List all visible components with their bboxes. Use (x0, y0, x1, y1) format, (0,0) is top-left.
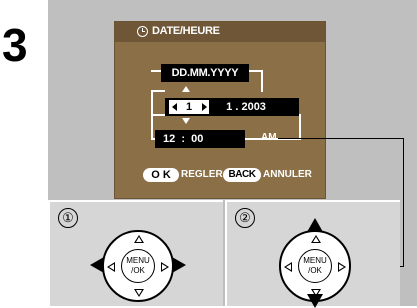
press-left-arrow-icon (90, 257, 104, 273)
right-arrow-icon[interactable] (161, 262, 169, 272)
down-arrow-icon[interactable] (134, 289, 144, 297)
lcd-screen: DATE/HEURE DD.MM.YYYY 1 1 . 2003 12 : 00… (114, 21, 326, 199)
step-panel-2: ② MENU /OK (225, 200, 400, 308)
callout-line (403, 138, 404, 266)
menu-ok-button[interactable]: MENU /OK (298, 249, 332, 283)
time-field[interactable]: 12 : 00 (155, 130, 245, 148)
panel-number: ① (58, 208, 78, 228)
back-key-icon[interactable]: BACK (223, 168, 261, 182)
step-panel-1: ① MENU /OK (48, 200, 223, 306)
ampm-indicator: AM (261, 132, 277, 143)
decrease-arrow-icon (182, 118, 190, 124)
up-arrow-icon[interactable] (134, 235, 144, 243)
step-number: 3 (2, 19, 28, 71)
increase-arrow-icon (182, 86, 190, 92)
date-value: 1 . 2003 (217, 101, 266, 113)
softkey-bar: O K REGLER BACK ANNULER (115, 165, 325, 185)
press-right-arrow-icon (172, 257, 186, 273)
left-cursor-icon (172, 103, 177, 111)
date-selected-value: 1 (185, 101, 193, 113)
date-selected-segment[interactable]: 1 (169, 100, 209, 114)
menu-ok-label: MENU /OK (303, 256, 327, 275)
left-arrow-icon[interactable] (284, 262, 292, 272)
left-arrow-icon[interactable] (107, 262, 115, 272)
four-way-dial[interactable]: MENU /OK (279, 230, 351, 302)
date-format-field[interactable]: DD.MM.YYYY (161, 64, 249, 82)
menu-ok-label: MENU /OK (126, 256, 150, 275)
right-cursor-icon (202, 103, 207, 111)
ok-key-label: REGLER (181, 169, 223, 180)
date-field[interactable]: 1 1 . 2003 (165, 98, 299, 116)
press-up-arrow-icon (307, 218, 323, 232)
four-way-dial[interactable]: MENU /OK (102, 230, 174, 302)
panel-number: ② (235, 208, 255, 228)
menu-ok-button[interactable]: MENU /OK (121, 249, 155, 283)
clock-icon (137, 26, 148, 37)
back-key-label: ANNULER (263, 169, 312, 180)
screen-title: DATE/HEURE (152, 25, 220, 37)
selection-outline (151, 90, 165, 116)
right-arrow-icon[interactable] (338, 262, 346, 272)
callout-line (278, 138, 404, 139)
lcd-title-bar: DATE/HEURE (115, 22, 325, 42)
up-arrow-icon[interactable] (311, 235, 321, 243)
ok-key-icon[interactable]: O K (143, 168, 179, 182)
